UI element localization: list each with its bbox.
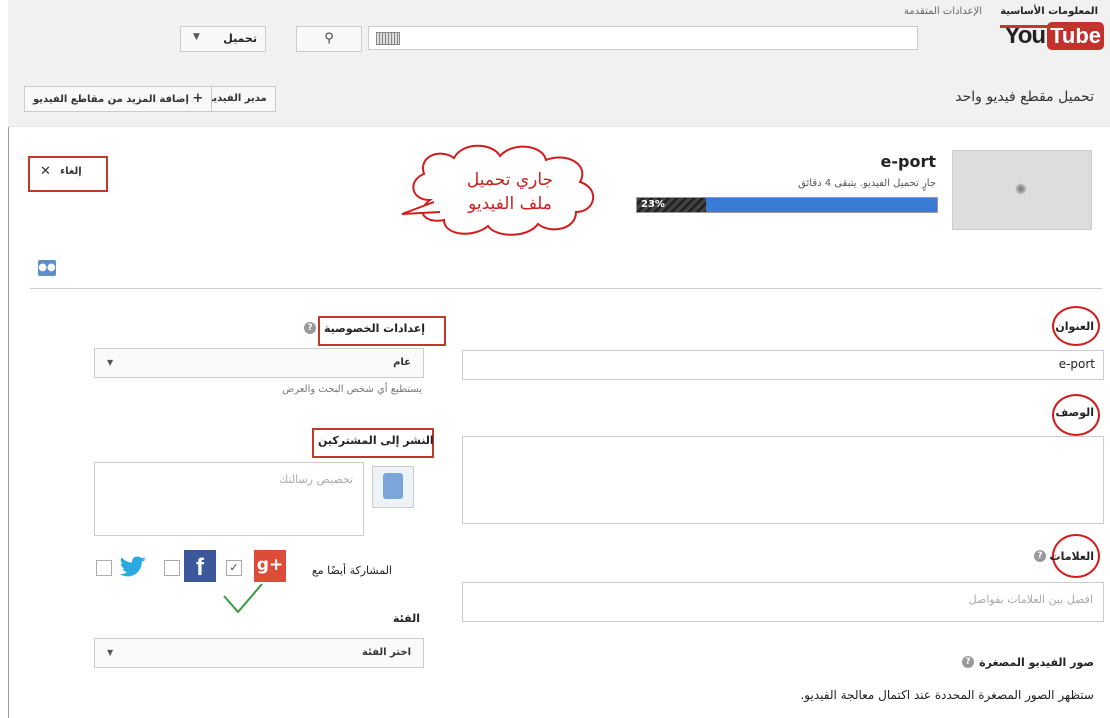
subscriber-message-textarea[interactable]: تخصيص رسالتك [94,462,364,536]
google-plus-icon[interactable]: g+ [254,550,286,582]
cancel-button[interactable]: ✕ إلغاء [28,156,108,192]
tab-advanced-settings[interactable]: الإعدادات المتقدمة [904,6,982,17]
upload-label: تحميل [223,32,257,45]
callout-line-1: جاري تحميل [466,170,554,190]
privacy-selected: عام [393,357,411,368]
progress-bar: 23% [636,197,938,213]
avatar [372,466,414,508]
help-icon[interactable]: ? [304,322,316,334]
close-icon: ✕ [40,164,51,179]
upload-status: جارٍ تحميل الفيديو. يتبقى 4 دقائق [798,178,936,189]
progress-label: 23% [641,199,665,210]
search-button[interactable]: ⚲ [296,26,362,52]
tab-bar [30,258,1102,289]
upload-button[interactable]: تحميل ▼ [180,26,266,52]
search-icon: ⚲ [324,31,334,46]
category-select[interactable]: اختر الفئة ▼ [94,638,424,668]
help-icon[interactable]: ? [962,656,974,668]
tags-placeholder: افصل بين العلامات بفواصل [968,593,1093,606]
facebook-label: f [196,554,204,581]
thumbnails-note: ستظهر الصور المصغرة المحددة عند اكتمال م… [800,688,1094,702]
google-plus-label: g+ [256,555,284,575]
chevron-down-icon: ▼ [107,648,114,657]
progress-remaining [706,198,937,212]
video-title: e-port [880,152,936,171]
subscribers-label: النشر إلى المشتركين [318,434,434,447]
checkmark-annotation-icon [223,583,263,614]
loading-spinner-icon: ✺ [1015,182,1027,198]
privacy-hint: يستطيع أي شخص البحث والعرض [282,384,422,395]
thumbnails-label: صور الفيديو المصغرة [979,656,1094,669]
description-label: الوصف [1055,406,1094,419]
facebook-icon[interactable]: f [184,550,216,582]
help-icon[interactable]: ? [1034,550,1046,562]
message-placeholder: تخصيص رسالتك [279,473,353,486]
privacy-label: إعدادات الخصوصية [324,322,426,335]
tags-input[interactable]: افصل بين العلامات بفواصل [462,582,1104,622]
tags-label: العلامات [1049,550,1094,563]
facebook-checkbox[interactable] [164,560,180,576]
chevron-down-icon: ▼ [107,358,114,367]
tab-basic-info[interactable]: المعلومات الأساسية [1000,6,1098,28]
share-also-label: المشاركة أيضًا مع [311,564,392,577]
add-more-label: إضافة المزيد من مقاطع الفيديو [33,94,189,105]
title-label: العنوان [1055,320,1094,333]
category-selected: اختر الفئة [362,647,411,658]
google-plus-checkbox[interactable]: ✓ [226,560,242,576]
callout-text: جاري تحميل ملف الفيديو [440,168,580,216]
category-label: الفئة [393,612,420,625]
search-input[interactable] [368,26,918,50]
privacy-select[interactable]: عام ▼ [94,348,424,378]
page-title: تحميل مقطع فيديو واحد [955,89,1094,105]
cancel-label: إلغاء [60,166,82,177]
title-value: e-port [1058,357,1095,371]
twitter-checkbox[interactable] [96,560,112,576]
share-people-icon[interactable]: ●● [38,260,56,276]
description-textarea[interactable] [462,436,1104,524]
add-more-videos-button[interactable]: + إضافة المزيد من مقاطع الفيديو [24,86,213,112]
keyboard-icon[interactable] [376,32,400,45]
title-input[interactable]: e-port [462,350,1104,380]
plus-icon: + [192,91,204,106]
callout-line-2: ملف الفيديو [468,194,552,214]
twitter-icon[interactable] [118,550,150,582]
chevron-down-icon: ▼ [193,32,200,42]
